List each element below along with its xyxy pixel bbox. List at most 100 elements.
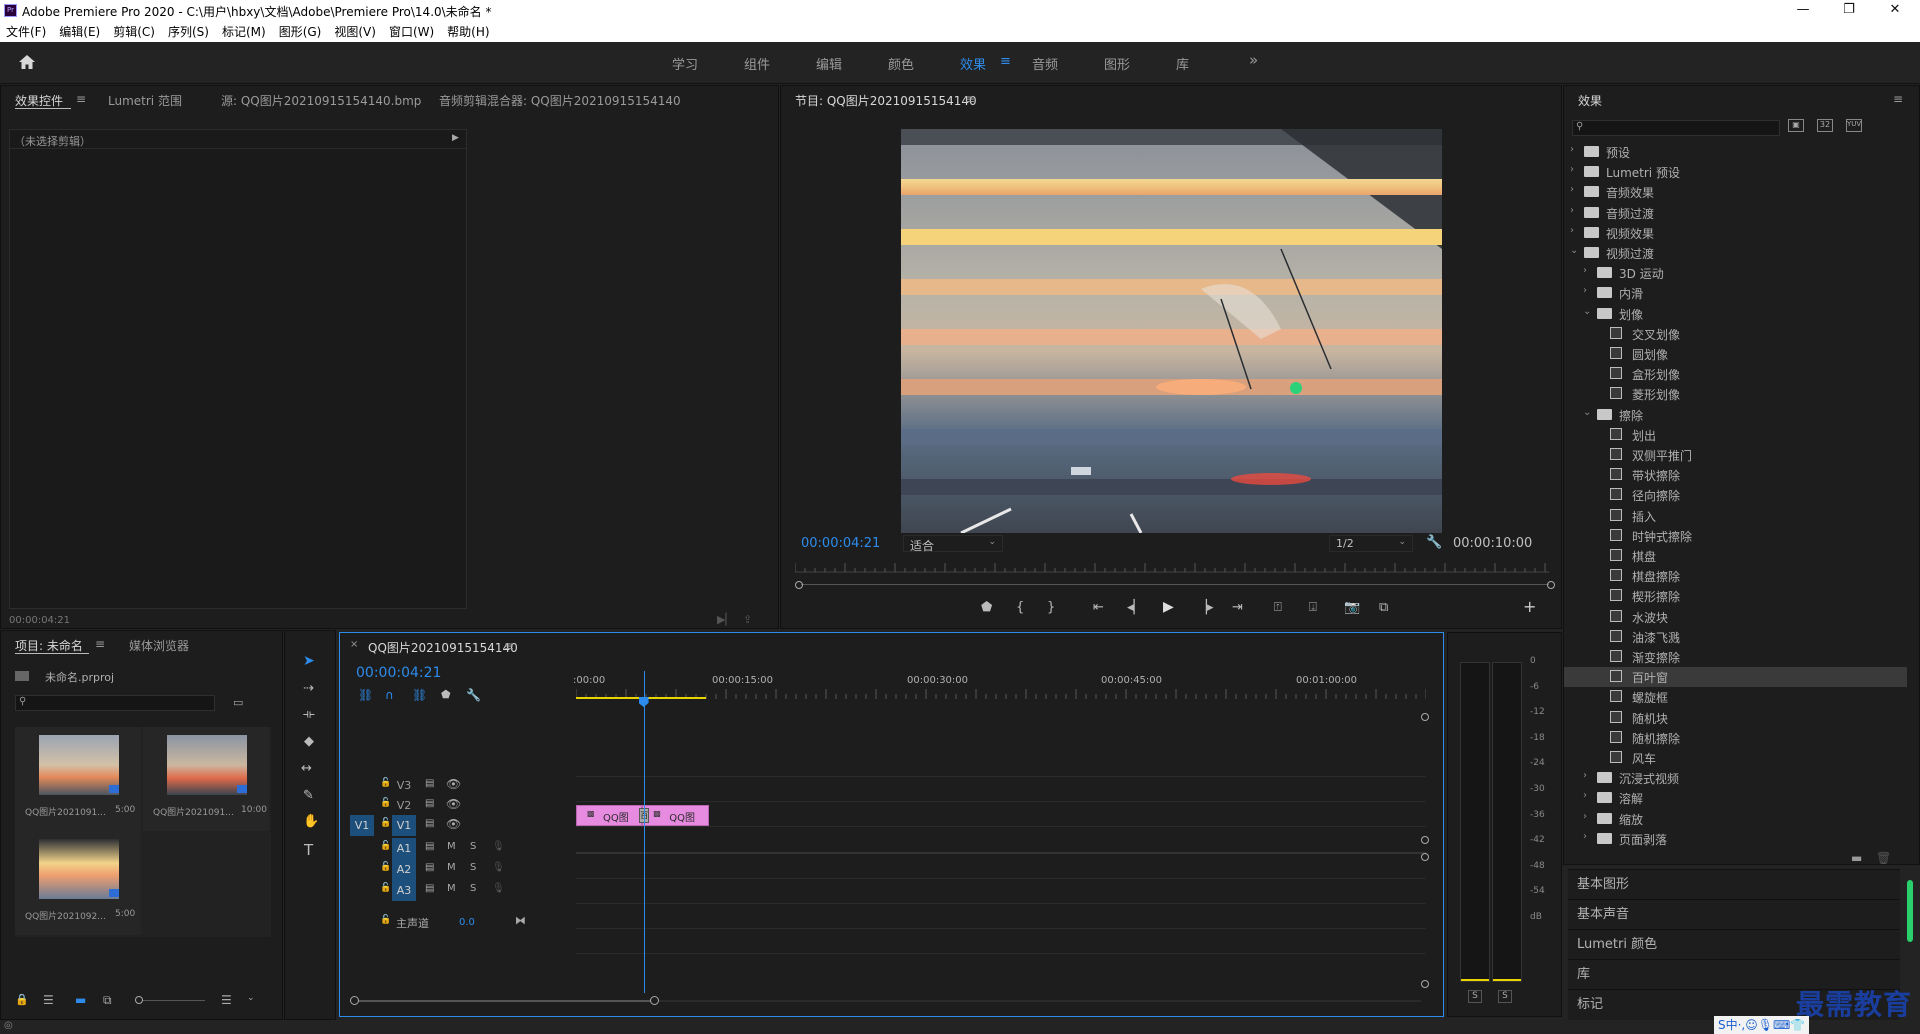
tab-audio-clip-mixer[interactable]: 音频剪辑混合器: QQ图片20210915154140 [439,92,681,109]
vertical-zoom-handle[interactable] [1421,713,1429,721]
workspace-audio[interactable]: 音频 [1032,54,1058,73]
program-zoom-bar[interactable] [795,581,1555,589]
workspace-editing[interactable]: 编辑 [816,54,842,73]
project-item[interactable]: QQ图片2021092... 5:00 [15,831,141,935]
video-clip[interactable]: ▩ QQ图 [642,805,710,826]
chevron-right-icon[interactable]: › [1570,184,1574,195]
sync-lock-icon[interactable]: ▤ [425,818,434,829]
accelerated-effects-icon[interactable]: ▣ [1788,119,1804,132]
video-clip[interactable]: ▩ QQ图 [576,805,643,826]
chevron-down-icon[interactable]: ⌄ [1570,245,1578,256]
tab-source[interactable]: 源: QQ图片20210915154140.bmp [221,92,421,109]
solo-button[interactable]: S [470,841,476,852]
slip-tool-icon[interactable]: ↔ [301,761,312,776]
track-lock-icon[interactable]: 🔓 [380,883,391,893]
program-current-timecode[interactable]: 00:00:04:21 [801,536,880,551]
source-patch-button[interactable]: V1 [350,815,374,836]
yuv-effects-icon[interactable]: YUV [1846,119,1862,132]
program-title[interactable]: 节目: QQ图片20210915154140 [795,92,977,109]
timeline-ruler[interactable]: :00:00 00:00:15:00 00:00:30:00 00:00:45:… [573,675,1426,701]
menu-edit[interactable]: 编辑(E) [59,22,100,42]
mute-button[interactable]: M [447,862,456,873]
project-search-input[interactable]: ⚲ [15,695,215,711]
master-volume-value[interactable]: 0.0 [459,917,475,928]
effect-item[interactable]: 双侧平推门 [1564,445,1907,465]
track-target-button[interactable]: V1 [392,815,416,836]
new-search-bin-icon[interactable]: ▭ [233,696,243,709]
timeline-close-icon[interactable]: × [350,639,358,650]
chevron-right-icon[interactable]: › [1570,144,1574,155]
right-scrollbar[interactable] [1907,880,1913,942]
effects-folder[interactable]: ⌄ 划像 [1564,304,1907,324]
mark-in-icon[interactable]: { [1016,600,1024,615]
workspace-effects[interactable]: 效果 [960,54,986,73]
track-target-button[interactable]: A3 [392,880,416,901]
freeform-view-icon[interactable]: ⧉ [103,993,112,1008]
effects-folder[interactable]: › 缩放 [1564,809,1907,829]
solo-right-button[interactable]: S [1498,990,1512,1003]
track-target-button[interactable]: A1 [392,838,416,859]
track-area[interactable]: ▩ QQ图 ▩ QQ图 百 [576,671,1426,993]
effect-item[interactable]: 水波块 [1564,607,1907,627]
home-icon[interactable] [18,54,36,70]
effects-folder[interactable]: › 视频效果 [1564,223,1907,243]
camera-icon[interactable]: 📷 [1344,600,1360,615]
go-to-in-icon[interactable]: ⇤ [1093,600,1104,615]
menu-markers[interactable]: 标记(M) [222,22,266,42]
sync-lock-icon[interactable]: ▤ [425,883,434,894]
chevron-right-icon[interactable]: › [1583,265,1587,276]
microphone-icon[interactable]: 🎙 [492,862,505,873]
effects-folder[interactable]: › Lumetri 预设 [1564,162,1907,182]
effect-item[interactable]: 百叶窗 [1564,667,1907,688]
timeline-playhead[interactable] [638,697,649,707]
effects-folder[interactable]: › 页面剥落 [1564,829,1907,849]
track-lock-icon[interactable]: 🔓 [380,818,391,828]
timeline-menu-icon[interactable]: ≡ [504,639,514,653]
vertical-zoom-handle[interactable] [1421,836,1429,844]
microphone-icon[interactable]: 🎙 [492,883,505,894]
track-target-button[interactable]: V2 [392,795,416,816]
effects-menu-icon[interactable]: ≡ [1893,92,1903,106]
snap-icon[interactable]: ∩ [385,688,394,702]
effects-title[interactable]: 效果 [1578,92,1602,109]
timeline-settings-icon[interactable]: 🔧 [466,688,481,702]
comparison-view-icon[interactable]: ⧉ [1379,600,1388,615]
sync-lock-icon[interactable]: ▤ [425,778,434,789]
vertical-zoom-handle[interactable] [1421,980,1429,988]
linked-selection-icon[interactable]: ⛓ [412,688,427,702]
master-go-to-icon[interactable]: ⧓ [515,914,526,927]
tab-media-browser[interactable]: 媒体浏览器 [129,637,189,654]
timeline-horizontal-scroll[interactable] [350,995,1425,1007]
workspace-libraries[interactable]: 库 [1176,54,1189,73]
tab-project[interactable]: 项目: 未命名 [15,637,83,654]
effect-item[interactable]: 楔形擦除 [1564,586,1907,606]
effect-item[interactable]: 带状擦除 [1564,465,1907,485]
wrench-icon[interactable]: 🔧 [1426,535,1442,550]
project-item[interactable]: QQ图片2021091... 10:00 [143,727,269,831]
effect-item[interactable]: 棋盘擦除 [1564,566,1907,586]
solo-button[interactable]: S [470,862,476,873]
mute-button[interactable]: M [447,883,456,894]
effect-item[interactable]: 油漆飞溅 [1564,627,1907,647]
effect-item[interactable]: 螺旋框 [1564,687,1907,707]
track-select-tool-icon[interactable]: ⇢ [303,681,314,696]
list-view-icon[interactable]: ☰ [43,993,54,1007]
timeline-timecode[interactable]: 00:00:04:21 [356,665,441,681]
chevron-right-icon[interactable]: › [1570,205,1574,216]
lock-icon[interactable]: 🔒 [15,993,29,1006]
effects-search-input[interactable]: ⚲ [1572,120,1780,136]
filter-icon[interactable]: ▶▏ [717,613,734,626]
chevron-right-icon[interactable]: › [1583,831,1587,842]
master-lock-icon[interactable]: 🔓 [380,915,391,925]
chevron-right-icon[interactable]: › [1583,285,1587,296]
sort-icon[interactable]: ☰ [221,993,232,1007]
effects-folder[interactable]: ⌄ 擦除 [1564,405,1907,425]
eye-icon[interactable]: 👁 [446,777,461,791]
delete-icon[interactable]: 🗑 [1876,851,1891,865]
program-time-ruler[interactable] [795,560,1549,574]
project-item[interactable]: QQ图片2021091... 5:00 [15,727,141,831]
add-button-icon[interactable]: + [1523,597,1536,616]
vertical-zoom-handle[interactable] [1421,853,1429,861]
step-back-icon[interactable]: ◂▏ [1127,600,1144,615]
sync-lock-icon[interactable]: ▤ [425,841,434,852]
